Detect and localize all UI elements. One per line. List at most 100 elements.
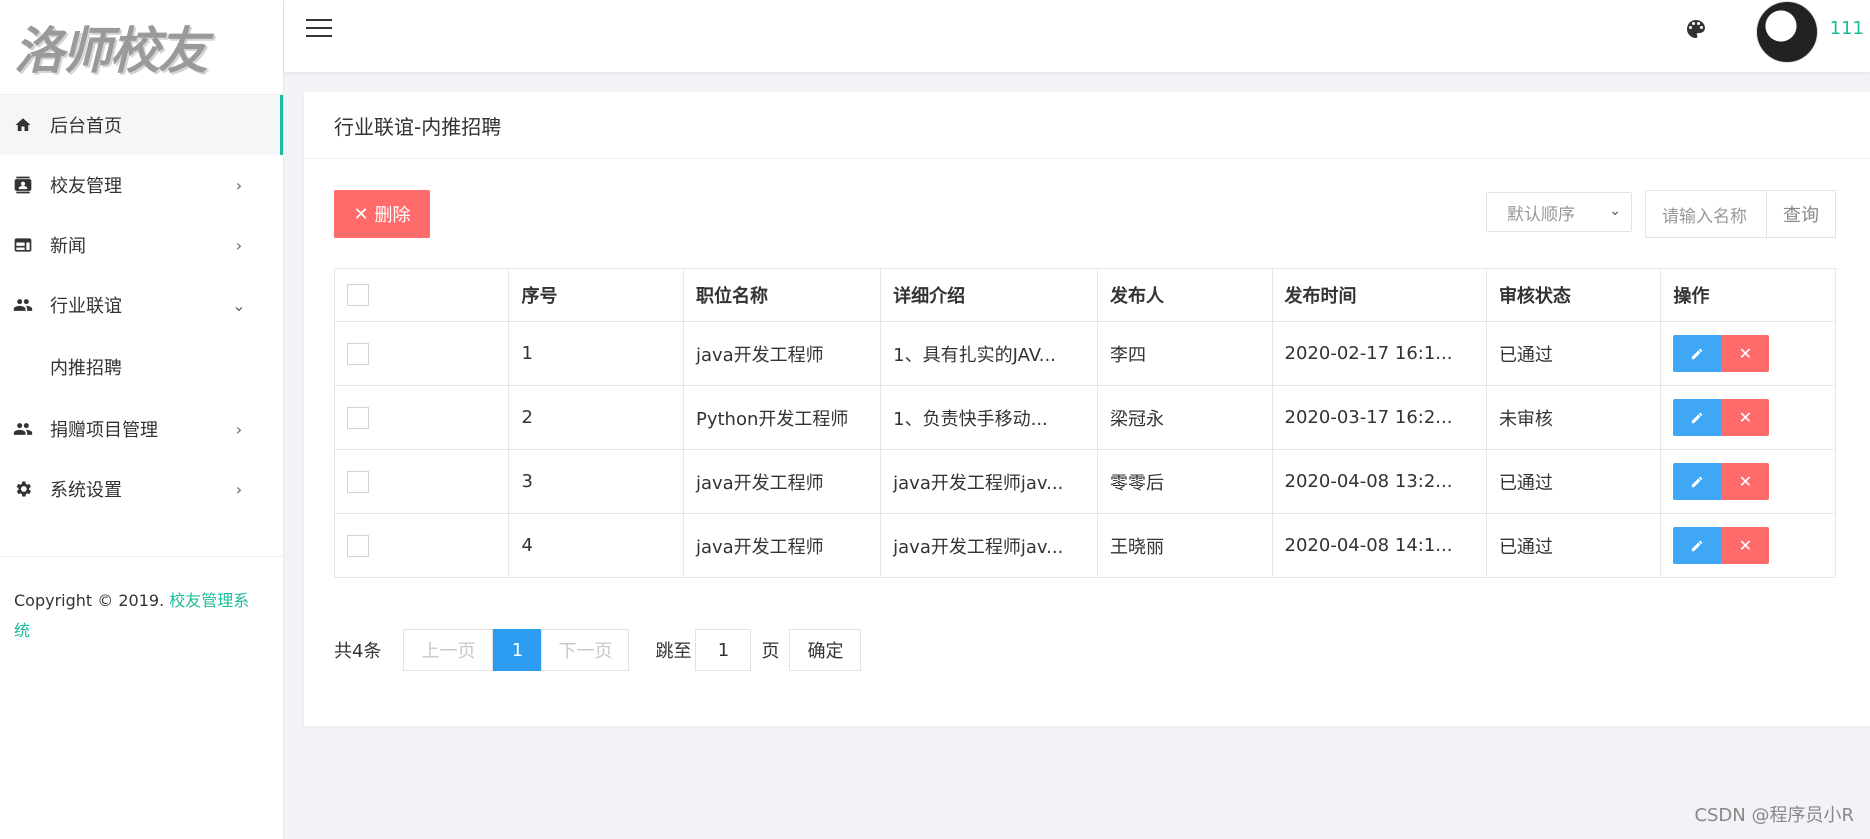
select-all-cell [333, 268, 510, 322]
search-button[interactable]: 查询 [1766, 190, 1836, 238]
logo: 洛师校友 [0, 0, 283, 95]
edit-button[interactable] [1673, 399, 1722, 436]
select-all-checkbox[interactable] [347, 284, 369, 306]
column-header: 操作 [1660, 268, 1836, 322]
delete-row-button[interactable]: ✕ [1721, 399, 1770, 436]
toolbar: ✕ 删除 默认顺序 ⌄ 请输入名称 查询 [334, 190, 1870, 238]
sort-select-value: 默认顺序 [1507, 204, 1575, 225]
cell-no: 4 [508, 513, 684, 578]
search-input[interactable]: 请输入名称 [1645, 190, 1767, 238]
select-cell [333, 321, 510, 386]
sidebar-item-label: 行业联谊 [50, 296, 122, 317]
table-row: 4 java开发工程师 java开发工程师jav... 王晓丽 2020-04-… [333, 513, 1836, 578]
row-checkbox[interactable] [347, 406, 369, 429]
sidebar-subitem-referral[interactable]: 内推招聘 [0, 335, 283, 399]
prev-page-button[interactable]: 上一页 [403, 629, 494, 671]
sidebar: 洛师校友 后台首页 校友管理 › 新闻 › 行业联谊 ⌄ 内推招聘 捐赠项目管理… [0, 0, 284, 839]
menu-toggle-icon[interactable] [306, 19, 332, 39]
sidebar-item-alumni[interactable]: 校友管理 › [0, 155, 283, 215]
palette-icon[interactable] [1684, 17, 1710, 43]
cell-no: 2 [508, 385, 684, 450]
cell-title: java开发工程师 [682, 321, 882, 386]
cell-publisher: 梁冠永 [1097, 385, 1273, 450]
news-icon [12, 234, 34, 256]
pencil-icon [1692, 540, 1703, 551]
row-checkbox[interactable] [347, 534, 369, 557]
pagination: 共4条 上一页 1 下一页 跳至 1 页 确定 [334, 628, 862, 672]
cell-publisher: 李四 [1097, 321, 1273, 386]
jump-page-input[interactable]: 1 [695, 629, 752, 671]
username[interactable]: 111 [1830, 18, 1864, 39]
content-card: 行业联谊-内推招聘 ✕ 删除 默认顺序 ⌄ 请输入名称 查询 序号 职位名称 详… [304, 92, 1870, 726]
sidebar-item-industry[interactable]: 行业联谊 ⌄ [0, 275, 283, 335]
delete-button[interactable]: ✕ 删除 [334, 190, 430, 238]
cell-time: 2020-04-08 13:2... [1271, 449, 1487, 514]
copyright-text: Copyright © 2019. [14, 591, 170, 610]
chevron-right-icon: › [235, 175, 243, 195]
sidebar-item-settings[interactable]: 系统设置 › [0, 459, 283, 519]
row-checkbox[interactable] [347, 470, 369, 493]
column-header: 发布时间 [1271, 268, 1487, 322]
delete-row-button[interactable]: ✕ [1721, 335, 1770, 372]
cell-detail: java开发工程师jav... [880, 449, 1099, 514]
sidebar-item-donation[interactable]: 捐赠项目管理 › [0, 399, 283, 459]
cell-status: 已通过 [1485, 513, 1662, 578]
cell-detail: java开发工程师jav... [880, 513, 1099, 578]
sort-select[interactable]: 默认顺序 ⌄ [1486, 192, 1632, 232]
watermark: CSDN @程序员小R [1694, 805, 1854, 826]
pencil-icon [1692, 412, 1703, 423]
avatar[interactable] [1756, 1, 1818, 63]
delete-row-button[interactable]: ✕ [1721, 463, 1770, 500]
table-row: 3 java开发工程师 java开发工程师jav... 零零后 2020-04-… [333, 449, 1836, 514]
page-button-current[interactable]: 1 [493, 629, 542, 671]
sidebar-item-label: 新闻 [50, 236, 86, 257]
edit-button[interactable] [1673, 463, 1722, 500]
cell-status: 未审核 [1485, 385, 1662, 450]
logo-text: 洛师校友 [14, 21, 208, 80]
delete-row-button[interactable]: ✕ [1721, 527, 1770, 564]
table-header-row: 序号 职位名称 详细介绍 发布人 发布时间 审核状态 操作 [333, 268, 1836, 322]
home-icon [12, 114, 34, 136]
column-header: 序号 [508, 268, 684, 322]
select-cell [333, 449, 510, 514]
sidebar-item-label: 后台首页 [50, 116, 122, 137]
column-header: 详细介绍 [880, 268, 1099, 322]
next-page-button[interactable]: 下一页 [541, 629, 630, 671]
delete-button-label: 删除 [374, 205, 411, 226]
topbar: 111 [284, 0, 1870, 72]
column-header: 审核状态 [1485, 268, 1662, 322]
copyright: Copyright © 2019. 校友管理系统 [14, 586, 254, 646]
jump-label: 跳至 [655, 641, 692, 662]
cell-time: 2020-03-17 16:2... [1271, 385, 1487, 450]
people-icon [12, 294, 34, 316]
sidebar-item-label: 校友管理 [50, 176, 122, 197]
chevron-right-icon: › [235, 479, 243, 499]
cell-title: Python开发工程师 [682, 385, 882, 450]
people-icon [12, 418, 34, 440]
column-header: 职位名称 [682, 268, 882, 322]
table-row: 2 Python开发工程师 1、负责快手移动... 梁冠永 2020-03-17… [333, 385, 1836, 450]
sidebar-item-label: 系统设置 [50, 480, 122, 501]
cell-actions: ✕ [1660, 321, 1836, 386]
sidebar-item-home[interactable]: 后台首页 [0, 95, 283, 155]
sidebar-nav: 后台首页 校友管理 › 新闻 › 行业联谊 ⌄ 内推招聘 捐赠项目管理 › 系统… [0, 95, 283, 519]
cell-actions: ✕ [1660, 513, 1836, 578]
gear-icon [12, 478, 34, 500]
data-table: 序号 职位名称 详细介绍 发布人 发布时间 审核状态 操作 1 java开发工程… [333, 268, 1836, 578]
row-checkbox[interactable] [347, 342, 369, 365]
sidebar-item-news[interactable]: 新闻 › [0, 215, 283, 275]
cell-publisher: 零零后 [1097, 449, 1273, 514]
cell-detail: 1、负责快手移动... [880, 385, 1099, 450]
contact-card-icon [12, 174, 34, 196]
chevron-right-icon: › [235, 419, 243, 439]
edit-button[interactable] [1673, 335, 1722, 372]
sidebar-item-label: 捐赠项目管理 [50, 420, 158, 441]
cell-status: 已通过 [1485, 449, 1662, 514]
cell-no: 1 [508, 321, 684, 386]
pagination-total: 共4条 [334, 641, 382, 662]
edit-button[interactable] [1673, 527, 1722, 564]
chevron-down-icon: ⌄ [1609, 203, 1621, 219]
jump-confirm-button[interactable]: 确定 [789, 629, 862, 671]
divider [0, 556, 283, 557]
cell-time: 2020-02-17 16:1... [1271, 321, 1487, 386]
